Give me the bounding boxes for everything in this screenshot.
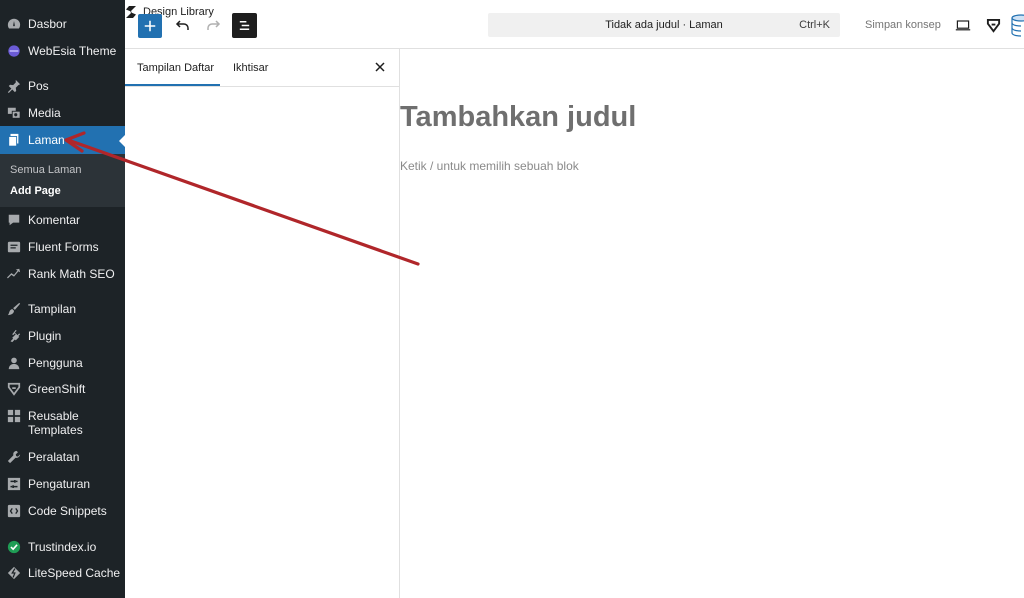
document-title: Tidak ada judul · Laman <box>605 19 723 31</box>
sidebar-item-label: Plugin <box>28 329 62 343</box>
sidebar-item-plugins[interactable]: Plugin <box>0 329 125 343</box>
admin-sidebar: Dasbor WebEsia Theme Pos Media Laman Sem… <box>0 0 125 598</box>
pages-icon <box>7 133 21 147</box>
database-toolbar-button[interactable] <box>1011 13 1024 37</box>
list-view-button[interactable] <box>232 13 257 38</box>
plus-icon <box>144 20 156 32</box>
panel-tabs: Tampilan Daftar Ikhtisar <box>125 49 399 87</box>
sidebar-item-label: Peralatan <box>28 450 80 464</box>
stackable-logo-icon <box>126 6 136 18</box>
redo-icon <box>207 20 221 30</box>
sidebar-item-label: Trustindex.io <box>28 540 97 554</box>
sidebar-item-comments[interactable]: Komentar <box>0 213 125 227</box>
code-icon <box>7 504 21 518</box>
undo-icon <box>175 20 189 30</box>
trustindex-icon <box>7 540 21 554</box>
sidebar-item-pages[interactable]: Laman <box>0 126 125 154</box>
sidebar-item-greenshift[interactable]: GreenShift <box>0 382 125 396</box>
sidebar-item-media[interactable]: Media <box>0 106 125 120</box>
sidebar-item-label: Pos <box>28 79 49 93</box>
sidebar-item-label: Media <box>28 106 61 120</box>
sidebar-item-label: LiteSpeed Cache <box>28 566 121 580</box>
add-block-button[interactable] <box>138 14 162 38</box>
sidebar-item-label: GreenShift <box>28 382 86 396</box>
preview-button[interactable] <box>953 15 973 35</box>
redo-button[interactable] <box>201 14 225 38</box>
sidebar-item-label: Komentar <box>28 213 81 227</box>
sidebar-item-label: Reusable Templates <box>28 409 83 437</box>
sidebar-item-appearance[interactable]: Tampilan <box>0 302 125 316</box>
sidebar-item-label: Tampilan <box>28 302 77 316</box>
sidebar-item-reusable-templates[interactable]: Reusable Templates <box>0 409 125 437</box>
rank-math-icon <box>7 267 21 281</box>
save-draft-button[interactable]: Simpan konsep <box>865 19 941 31</box>
desktop-preview-icon <box>955 20 971 31</box>
forms-icon <box>7 240 21 254</box>
users-icon <box>7 356 21 370</box>
sidebar-item-posts[interactable]: Pos <box>0 79 125 93</box>
sidebar-item-dashboard[interactable]: Dasbor <box>0 17 125 31</box>
reusable-templates-icon <box>7 409 21 423</box>
media-icon <box>7 106 21 120</box>
sidebar-item-users[interactable]: Pengguna <box>0 356 125 370</box>
plugin-icon <box>7 329 21 343</box>
command-palette-bar[interactable]: Tidak ada judul · Laman Ctrl+K <box>488 13 840 37</box>
sidebar-item-label: Rank Math SEO <box>28 267 115 281</box>
list-view-icon <box>239 21 250 30</box>
sidebar-item-label: Fluent Forms <box>28 240 99 254</box>
active-tab-indicator <box>125 84 220 86</box>
tools-icon <box>7 450 21 464</box>
greenshift-toolbar-button[interactable] <box>983 15 1003 35</box>
sidebar-item-label: Pengaturan <box>28 477 91 491</box>
submenu-add-page[interactable]: Add Page <box>10 185 61 197</box>
sidebar-item-rank-math[interactable]: Rank Math SEO <box>0 267 125 281</box>
appearance-icon <box>7 302 21 316</box>
sidebar-item-label: Pengguna <box>28 356 83 370</box>
undo-button[interactable] <box>171 14 195 38</box>
sidebar-item-label: WebEsia Theme <box>28 44 117 58</box>
sidebar-item-code-snippets[interactable]: Code Snippets <box>0 504 125 518</box>
sidebar-item-tools[interactable]: Peralatan <box>0 450 125 464</box>
editor-canvas[interactable]: Tambahkan judul Ketik / untuk memilih se… <box>400 49 1024 598</box>
litespeed-icon <box>7 566 21 580</box>
greenshift-icon <box>7 382 21 396</box>
sidebar-item-fluent-forms[interactable]: Fluent Forms <box>0 240 125 254</box>
close-panel-button[interactable] <box>373 60 387 74</box>
sidebar-item-webesia-theme[interactable]: WebEsia Theme <box>0 44 125 58</box>
sidebar-item-label: Code Snippets <box>28 504 107 518</box>
database-icon <box>1011 14 1024 37</box>
pages-submenu: Semua Laman Add Page <box>0 154 125 207</box>
tab-list-view[interactable]: Tampilan Daftar <box>137 62 214 74</box>
tab-outline[interactable]: Ikhtisar <box>233 62 268 74</box>
sidebar-item-trustindex[interactable]: Trustindex.io <box>0 540 125 554</box>
settings-icon <box>7 477 21 491</box>
greenshift-icon <box>986 18 1000 33</box>
block-placeholder[interactable]: Ketik / untuk memilih sebuah blok <box>400 159 579 173</box>
sidebar-item-settings[interactable]: Pengaturan <box>0 477 125 491</box>
sidebar-item-label: Laman <box>28 133 65 147</box>
shortcut-hint: Ctrl+K <box>799 19 830 31</box>
webesia-icon <box>7 44 21 58</box>
sidebar-item-label: Dasbor <box>28 17 67 31</box>
list-view-panel: Tampilan Daftar Ikhtisar <box>125 49 400 598</box>
sidebar-item-litespeed[interactable]: LiteSpeed Cache <box>0 566 125 580</box>
submenu-all-pages[interactable]: Semua Laman <box>10 164 82 176</box>
pin-icon <box>7 79 21 93</box>
post-title-input[interactable]: Tambahkan judul <box>400 101 636 134</box>
comment-icon <box>7 213 21 227</box>
close-icon <box>375 62 385 72</box>
dashboard-icon <box>7 17 21 31</box>
editor-toolbar: Design Library Tidak ada judul · Laman C… <box>125 0 1024 49</box>
